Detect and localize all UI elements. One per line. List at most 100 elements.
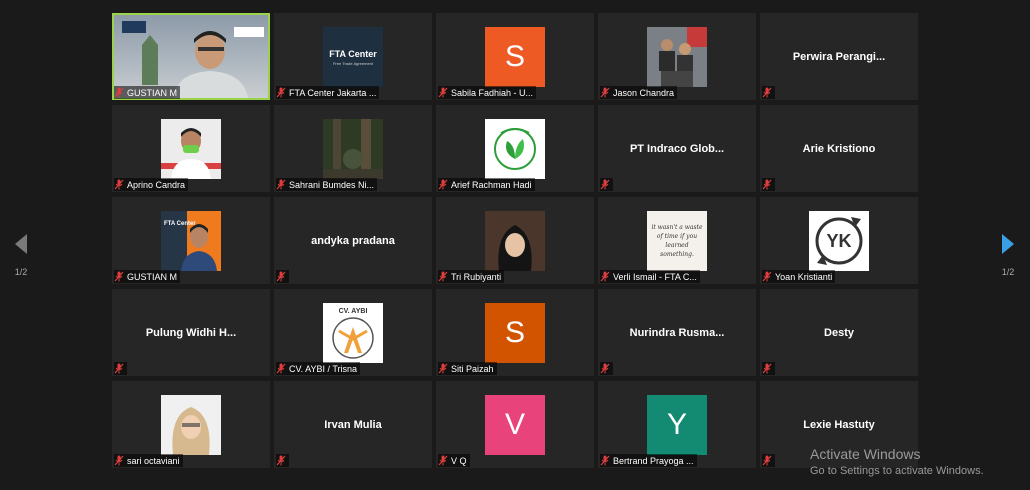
chevron-left-icon	[15, 234, 27, 254]
participant-name: Aprino Candra	[127, 179, 186, 190]
participant-tile[interactable]: Desty	[760, 289, 918, 376]
yk-logo: YK	[809, 211, 869, 271]
participant-name-label	[600, 362, 613, 375]
participant-tile[interactable]: Aprino Candra	[112, 105, 270, 192]
muted-mic-icon	[600, 271, 610, 282]
muted-mic-icon	[276, 455, 286, 466]
participant-display-name: Perwira Perangi...	[792, 51, 886, 63]
participant-tile[interactable]: sari octaviani	[112, 381, 270, 468]
svg-text:FTA Center: FTA Center	[164, 221, 196, 227]
muted-mic-icon	[114, 455, 124, 466]
avatar-letter: S	[485, 303, 545, 363]
avatar	[161, 395, 221, 455]
participant-name-label	[762, 454, 775, 467]
participant-name-label: GUSTIAN M	[114, 86, 181, 99]
muted-mic-icon	[114, 363, 124, 374]
participant-name: Tri Rubiyanti	[451, 271, 502, 282]
participant-name-label	[276, 454, 289, 467]
participant-tile[interactable]: Sahrani Bumdes Ni...	[274, 105, 432, 192]
participant-name-label: sari octaviani	[114, 454, 183, 467]
participant-tile[interactable]: andyka pradana	[274, 197, 432, 284]
participant-tile[interactable]: it wasn't a waste of time if you learned…	[598, 197, 756, 284]
avatar-letter: S	[485, 27, 545, 87]
participant-name-label	[276, 270, 289, 283]
windows-activation-watermark: Activate Windows Go to Settings to activ…	[810, 446, 984, 477]
muted-mic-icon	[438, 179, 448, 190]
participant-name: GUSTIAN M	[127, 271, 178, 282]
participant-name-label: Tri Rubiyanti	[438, 270, 505, 283]
participant-tile[interactable]: S Sabila Fadhiah - U...	[436, 13, 594, 100]
muted-mic-icon	[438, 87, 448, 98]
participant-name: Yoan Kristianti	[775, 271, 833, 282]
participant-name-label: Aprino Candra	[114, 178, 189, 191]
participant-name: Verli Ismail - FTA C...	[613, 271, 697, 282]
muted-mic-icon	[438, 271, 448, 282]
quote-image: it wasn't a waste of time if you learned…	[647, 211, 707, 271]
participant-name-label	[114, 362, 127, 375]
participant-tile[interactable]: Y Bertrand Prayoga ...	[598, 381, 756, 468]
participant-name: Sabila Fadhiah - U...	[451, 87, 534, 98]
page-indicator-left: 1/2	[14, 267, 28, 277]
participant-name-label: Verli Ismail - FTA C...	[600, 270, 700, 283]
muted-mic-icon	[438, 363, 448, 374]
participant-tile[interactable]: Nurindra Rusma...	[598, 289, 756, 376]
prev-page-button[interactable]: 1/2	[11, 234, 31, 277]
aybi-logo: CV. AYBI	[323, 303, 383, 363]
next-page-button[interactable]: 1/2	[998, 234, 1018, 277]
muted-mic-icon	[600, 179, 610, 190]
participant-name: Sahrani Bumdes Ni...	[289, 179, 375, 190]
participant-tile[interactable]: YK Yoan Kristianti	[760, 197, 918, 284]
participant-display-name: andyka pradana	[311, 235, 395, 247]
chevron-right-icon	[1002, 234, 1014, 254]
avatar-letter: Y	[647, 395, 707, 455]
participant-name-label: Bertrand Prayoga ...	[600, 454, 697, 467]
participant-name-label: CV. AYBI / Trisna	[276, 362, 361, 375]
participant-name: Jason Chandra	[613, 87, 675, 98]
participant-name-label	[762, 86, 775, 99]
participant-name: Bertrand Prayoga ...	[613, 455, 694, 466]
participant-name-label: FTA Center Jakarta ...	[276, 86, 380, 99]
muted-mic-icon	[600, 363, 610, 374]
participant-name: sari octaviani	[127, 455, 180, 466]
muted-mic-icon	[762, 455, 772, 466]
participant-tile[interactable]: Jason Chandra	[598, 13, 756, 100]
participant-name: CV. AYBI / Trisna	[289, 363, 358, 374]
participant-name-label: GUSTIAN M	[114, 270, 181, 283]
participant-tile[interactable]: PT Indraco Glob...	[598, 105, 756, 192]
participant-tile[interactable]: Arief Rachman Hadi	[436, 105, 594, 192]
participant-name-label: Arief Rachman Hadi	[438, 178, 535, 191]
participant-tile[interactable]: Perwira Perangi...	[760, 13, 918, 100]
participant-gallery: GUSTIAN M FTA Center Free Trade Agreement F…	[112, 13, 918, 475]
avatar	[647, 27, 707, 87]
participant-tile[interactable]: FTA Center Free Trade Agreement FTA Center…	[274, 13, 432, 100]
participant-tile[interactable]: S Siti Paizah	[436, 289, 594, 376]
avatar-letter: V	[485, 395, 545, 455]
participant-tile[interactable]: CV. AYBI CV. AYBI / Trisna	[274, 289, 432, 376]
participant-tile[interactable]: Tri Rubiyanti	[436, 197, 594, 284]
participant-name-label	[762, 178, 775, 191]
leaf-logo	[485, 119, 545, 179]
avatar	[161, 119, 221, 179]
participant-tile[interactable]: Arie Kristiono	[760, 105, 918, 192]
participant-tile[interactable]: GUSTIAN M	[112, 13, 270, 100]
participant-name: GUSTIAN M	[127, 87, 178, 98]
muted-mic-icon	[114, 179, 124, 190]
participant-name: V Q	[451, 455, 467, 466]
participant-name-label	[600, 178, 613, 191]
muted-mic-icon	[276, 271, 286, 282]
muted-mic-icon	[114, 87, 124, 98]
participant-name: FTA Center Jakarta ...	[289, 87, 377, 98]
muted-mic-icon	[762, 363, 772, 374]
participant-tile[interactable]: Irvan Mulia	[274, 381, 432, 468]
participant-display-name: Arie Kristiono	[802, 143, 876, 155]
participant-tile[interactable]: FTA Center GUSTIAN M	[112, 197, 270, 284]
participant-display-name: PT Indraco Glob...	[629, 143, 725, 155]
participant-tile[interactable]: Pulung Widhi H...	[112, 289, 270, 376]
page-indicator-right: 1/2	[1001, 267, 1015, 277]
participant-name: Siti Paizah	[451, 363, 494, 374]
muted-mic-icon	[114, 271, 124, 282]
muted-mic-icon	[438, 455, 448, 466]
participant-tile[interactable]: V V Q	[436, 381, 594, 468]
muted-mic-icon	[762, 87, 772, 98]
participant-display-name: Lexie Hastuty	[803, 419, 875, 431]
